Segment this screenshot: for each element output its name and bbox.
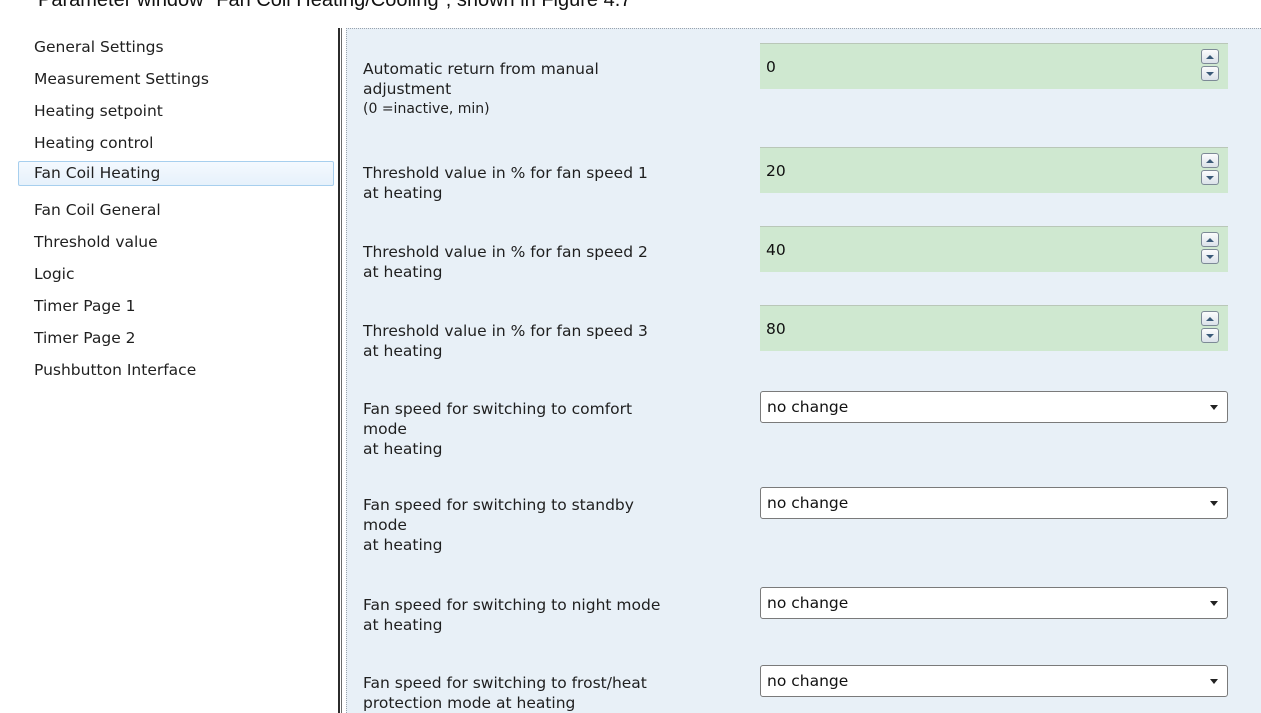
speed3-spin-buttons <box>1201 311 1219 343</box>
chevron-down-icon[interactable] <box>1210 601 1218 606</box>
speed3-label-line-1: Threshold value in % for fan speed 3 <box>363 322 648 340</box>
chevron-down-icon[interactable] <box>1210 679 1218 684</box>
spin-up-arrow-icon[interactable] <box>1201 311 1219 326</box>
spin-down-arrow-icon[interactable] <box>1201 170 1219 185</box>
sidebar-item-timer-page-2[interactable]: Timer Page 2 <box>18 326 334 351</box>
sidebar-item-threshold-value[interactable]: Threshold value <box>18 230 334 255</box>
standby-mode-select[interactable]: no change <box>760 487 1228 519</box>
standby-label-line-3: at heating <box>363 536 443 554</box>
frost-protection-select[interactable]: no change <box>760 665 1228 697</box>
comfort-mode-value: no change <box>767 398 849 416</box>
sidebar-item-heating-control[interactable]: Heating control <box>18 131 334 156</box>
auto-return-label-line-2: adjustment <box>363 80 452 98</box>
auto-return-label-line-1: Automatic return from manual <box>363 60 599 78</box>
sidebar-item-heating-setpoint[interactable]: Heating setpoint <box>18 99 334 124</box>
speed1-threshold-value[interactable]: 20 <box>766 161 786 181</box>
chevron-down-icon[interactable] <box>1210 501 1218 506</box>
comfort-mode-select[interactable]: no change <box>760 391 1228 423</box>
frost-label-line-2: protection mode at heating <box>363 694 576 712</box>
speed3-threshold-stepper[interactable]: 80 <box>760 305 1228 351</box>
sidebar-item-general-settings[interactable]: General Settings <box>18 35 334 60</box>
speed1-label-line-1: Threshold value in % for fan speed 1 <box>363 164 648 182</box>
spin-up-arrow-icon[interactable] <box>1201 49 1219 64</box>
night-label-line-2: at heating <box>363 616 443 634</box>
sidebar-item-logic[interactable]: Logic <box>18 262 334 287</box>
speed3-label-line-2: at heating <box>363 342 443 360</box>
spin-down-arrow-icon[interactable] <box>1201 328 1219 343</box>
speed1-threshold-label: Threshold value in % for fan speed 1 at … <box>363 163 748 203</box>
frost-label-line-1: Fan speed for switching to frost/heat <box>363 674 647 692</box>
speed1-spin-buttons <box>1201 153 1219 185</box>
spin-up-arrow-icon[interactable] <box>1201 153 1219 168</box>
speed2-threshold-value[interactable]: 40 <box>766 240 786 260</box>
speed1-threshold-stepper[interactable]: 20 <box>760 147 1228 193</box>
auto-return-label-line-3: (0 =inactive, min) <box>363 101 490 117</box>
frost-protection-value: no change <box>767 672 849 690</box>
spin-down-arrow-icon[interactable] <box>1201 249 1219 264</box>
sidebar-item-fan-coil-heating[interactable]: Fan Coil Heating <box>18 161 334 186</box>
sidebar-item-fan-coil-general[interactable]: Fan Coil General <box>18 198 334 223</box>
standby-mode-value: no change <box>767 494 849 512</box>
sidebar-item-timer-page-1[interactable]: Timer Page 1 <box>18 294 334 319</box>
night-mode-label: Fan speed for switching to night mode at… <box>363 595 748 635</box>
figure-caption: Parameter window "Fan Coil Heating/Cooli… <box>38 0 632 11</box>
auto-return-value[interactable]: 0 <box>766 57 776 77</box>
frost-protection-label: Fan speed for switching to frost/heat pr… <box>363 673 748 713</box>
auto-return-stepper[interactable]: 0 <box>760 43 1228 89</box>
speed2-label-line-1: Threshold value in % for fan speed 2 <box>363 243 648 261</box>
speed1-label-line-2: at heating <box>363 184 443 202</box>
sidebar: General Settings Measurement Settings He… <box>18 28 334 713</box>
speed2-spin-buttons <box>1201 232 1219 264</box>
sidebar-item-pushbutton-interface[interactable]: Pushbutton Interface <box>18 358 334 383</box>
standby-mode-label: Fan speed for switching to standby mode … <box>363 495 748 555</box>
auto-return-label: Automatic return from manual adjustment … <box>363 59 748 119</box>
standby-label-line-2: mode <box>363 516 407 534</box>
spin-down-arrow-icon[interactable] <box>1201 66 1219 81</box>
parameter-panel: Automatic return from manual adjustment … <box>346 28 1261 713</box>
speed3-threshold-label: Threshold value in % for fan speed 3 at … <box>363 321 748 361</box>
night-mode-value: no change <box>767 594 849 612</box>
speed2-threshold-label: Threshold value in % for fan speed 2 at … <box>363 242 748 282</box>
speed3-threshold-value[interactable]: 80 <box>766 319 786 339</box>
auto-return-spin-buttons <box>1201 49 1219 81</box>
comfort-mode-label: Fan speed for switching to comfort mode … <box>363 399 748 459</box>
comfort-label-line-3: at heating <box>363 440 443 458</box>
night-label-line-1: Fan speed for switching to night mode <box>363 596 661 614</box>
chevron-down-icon[interactable] <box>1210 405 1218 410</box>
speed2-label-line-2: at heating <box>363 263 443 281</box>
panel-splitter[interactable] <box>338 28 342 713</box>
sidebar-item-measurement-settings[interactable]: Measurement Settings <box>18 67 334 92</box>
comfort-label-line-2: mode <box>363 420 407 438</box>
spin-up-arrow-icon[interactable] <box>1201 232 1219 247</box>
comfort-label-line-1: Fan speed for switching to comfort <box>363 400 633 418</box>
standby-label-line-1: Fan speed for switching to standby <box>363 496 634 514</box>
night-mode-select[interactable]: no change <box>760 587 1228 619</box>
speed2-threshold-stepper[interactable]: 40 <box>760 226 1228 272</box>
